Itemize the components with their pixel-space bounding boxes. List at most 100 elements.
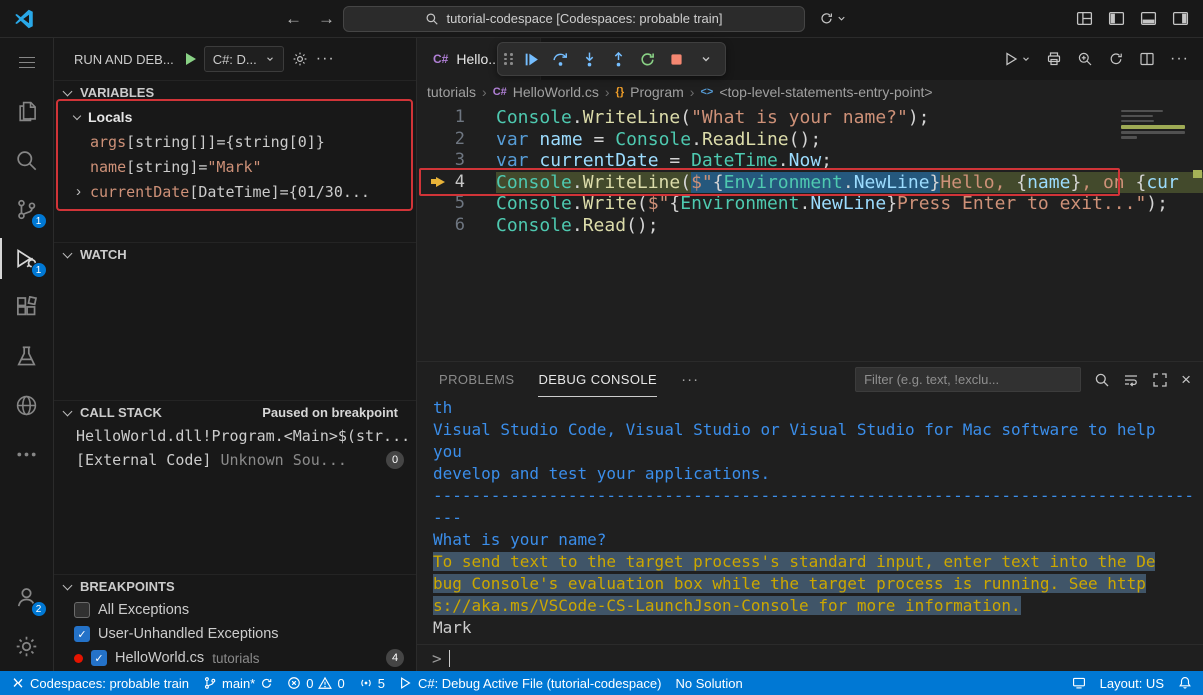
ports-indicator[interactable]: 5 [352,671,392,695]
breadcrumb-item[interactable]: tutorials [427,84,476,100]
run-or-debug-button[interactable] [1003,51,1031,67]
back-arrow-icon[interactable]: ← [277,9,310,29]
tab-problems[interactable]: PROBLEMS [439,362,514,397]
console-line[interactable]: --- [433,507,1203,529]
source-control-icon[interactable]: 1 [0,185,54,234]
start-debug-icon[interactable] [186,53,196,65]
console-search-icon[interactable] [1094,372,1110,388]
console-line[interactable]: Mark [433,617,1203,639]
console-line[interactable]: What is your name? [433,529,1203,551]
problems-indicator[interactable]: 0 0 [280,671,351,695]
remote-indicator[interactable]: Codespaces: probable train [4,671,196,695]
menu-icon[interactable] [0,38,54,87]
word-wrap-icon[interactable] [1123,372,1139,388]
step-into-icon[interactable] [576,46,603,73]
line-gutter[interactable]: 5 [417,193,496,215]
toggle-secondary-sidebar-icon[interactable] [1172,10,1189,27]
split-editor-icon[interactable] [1139,51,1155,67]
line-gutter[interactable]: 6 [417,215,496,237]
debug-config-dropdown[interactable]: C#: D... [204,46,284,72]
call-stack-section-header[interactable]: CALL STACK Paused on breakpoint [54,400,416,424]
panel-more-tabs-icon[interactable]: ··· [681,371,699,388]
breakpoint-row[interactable]: ✓User-Unhandled Exceptions [54,622,416,646]
continue-icon[interactable] [518,46,545,73]
code-text[interactable]: Console.Read(); [496,215,1203,237]
code-line[interactable]: 4Console.WriteLine($"{Environment.NewLin… [417,172,1203,194]
console-line[interactable]: s://aka.ms/VSCode-CS-LaunchJson-Console … [433,595,1203,617]
code-text[interactable]: var currentDate = DateTime.Now; [496,150,1203,172]
breakpoint-checkbox[interactable]: ✓ [91,650,107,666]
sidebar-more-actions-icon[interactable]: ··· [316,50,335,68]
accounts-icon[interactable]: 2 [0,573,54,622]
maximize-panel-icon[interactable] [1152,372,1168,388]
keyboard-layout-indicator[interactable]: Layout: US [1093,671,1171,695]
settings-gear-icon[interactable] [0,622,54,671]
search-sidebar-icon[interactable] [0,136,54,185]
command-center-search[interactable]: tutorial-codespace [Codespaces: probable… [343,6,805,32]
line-gutter[interactable]: 2 [417,129,496,151]
step-over-icon[interactable] [547,46,574,73]
locals-scope-row[interactable]: Locals [54,104,416,129]
debug-status-indicator[interactable]: C#: Debug Active File (tutorial-codespac… [392,671,669,695]
code-text[interactable]: var name = Console.ReadLine(); [496,129,1203,151]
more-views-icon[interactable] [0,430,54,479]
refresh-icon[interactable] [1108,51,1124,67]
breakpoint-row[interactable]: ✓HelloWorld.cstutorials4 [54,646,416,670]
step-out-icon[interactable] [605,46,632,73]
code-line[interactable]: 5Console.Write($"{Environment.NewLine}Pr… [417,193,1203,215]
sync-dropdown-icon[interactable] [819,11,847,26]
forward-arrow-icon[interactable]: → [310,9,343,29]
console-line[interactable]: To send text to the target process's sta… [433,551,1203,573]
restart-icon[interactable] [634,46,661,73]
toolbar-drag-handle[interactable] [504,53,514,65]
breadcrumb-item[interactable]: HelloWorld.cs [513,84,599,100]
notifications-bell-icon[interactable] [1171,671,1199,695]
code-text[interactable]: Console.WriteLine($"{Environment.NewLine… [496,172,1203,194]
run-and-debug-icon[interactable]: 1 [0,234,54,283]
console-line[interactable]: bug Console's evaluation box while the t… [433,573,1203,595]
breakpoint-row[interactable]: All Exceptions [54,598,416,622]
remote-explorer-icon[interactable] [0,381,54,430]
code-text[interactable]: Console.Write($"{Environment.NewLine}Pre… [496,193,1203,215]
console-line[interactable]: Visual Studio Code, Visual Studio or Vis… [433,419,1203,441]
stop-icon[interactable] [663,46,690,73]
console-line[interactable]: develop and test your applications. [433,463,1203,485]
breadcrumb-item[interactable]: <top-level-statements-entry-point> [719,84,932,100]
explorer-icon[interactable] [0,87,54,136]
watch-section-header[interactable]: WATCH [54,242,416,266]
console-filter-input[interactable] [864,372,1072,387]
testing-icon[interactable] [0,332,54,381]
variable-row[interactable]: name [string] = "Mark" [54,154,416,179]
breadcrumb-item[interactable]: Program [630,84,684,100]
vm-indicator[interactable] [1065,671,1093,695]
line-gutter[interactable]: 3 [417,150,496,172]
console-output[interactable]: thVisual Studio Code, Visual Studio or V… [417,397,1203,644]
console-line[interactable]: th [433,397,1203,419]
toolbar-chevron-down-icon[interactable] [692,46,719,73]
minimap[interactable] [1121,107,1189,141]
breakpoints-section-header[interactable]: BREAKPOINTS [54,574,416,598]
console-line[interactable]: ----------------------------------------… [433,485,1203,507]
debug-settings-gear-icon[interactable] [292,51,308,67]
console-input-row[interactable]: > [417,644,1203,671]
console-line[interactable]: you [433,441,1203,463]
console-filter-box[interactable] [855,367,1081,392]
code-text[interactable]: Console.WriteLine("What is your name?"); [496,107,1203,129]
line-gutter[interactable]: 1 [417,107,496,129]
code-editor[interactable]: 1Console.WriteLine("What is your name?")… [417,104,1203,361]
code-line[interactable]: 3var currentDate = DateTime.Now; [417,150,1203,172]
code-line[interactable]: 6Console.Read(); [417,215,1203,237]
solution-indicator[interactable]: No Solution [668,671,749,695]
close-panel-icon[interactable]: × [1181,370,1191,390]
call-stack-frame[interactable]: [External Code]Unknown Sou...0 [54,448,416,472]
print-icon[interactable] [1046,51,1062,67]
call-stack-frame[interactable]: HelloWorld.dll!Program.<Main>$(str... [54,424,416,448]
editor-more-actions-icon[interactable]: ··· [1170,50,1189,68]
customize-layout-icon[interactable] [1076,10,1093,27]
search-editor-icon[interactable] [1077,51,1093,67]
breakpoint-checkbox[interactable]: ✓ [74,626,90,642]
variable-row[interactable]: args [string[]] = {string[0]} [54,129,416,154]
code-line[interactable]: 1Console.WriteLine("What is your name?")… [417,107,1203,129]
extensions-icon[interactable] [0,283,54,332]
breakpoint-checkbox[interactable] [74,602,90,618]
